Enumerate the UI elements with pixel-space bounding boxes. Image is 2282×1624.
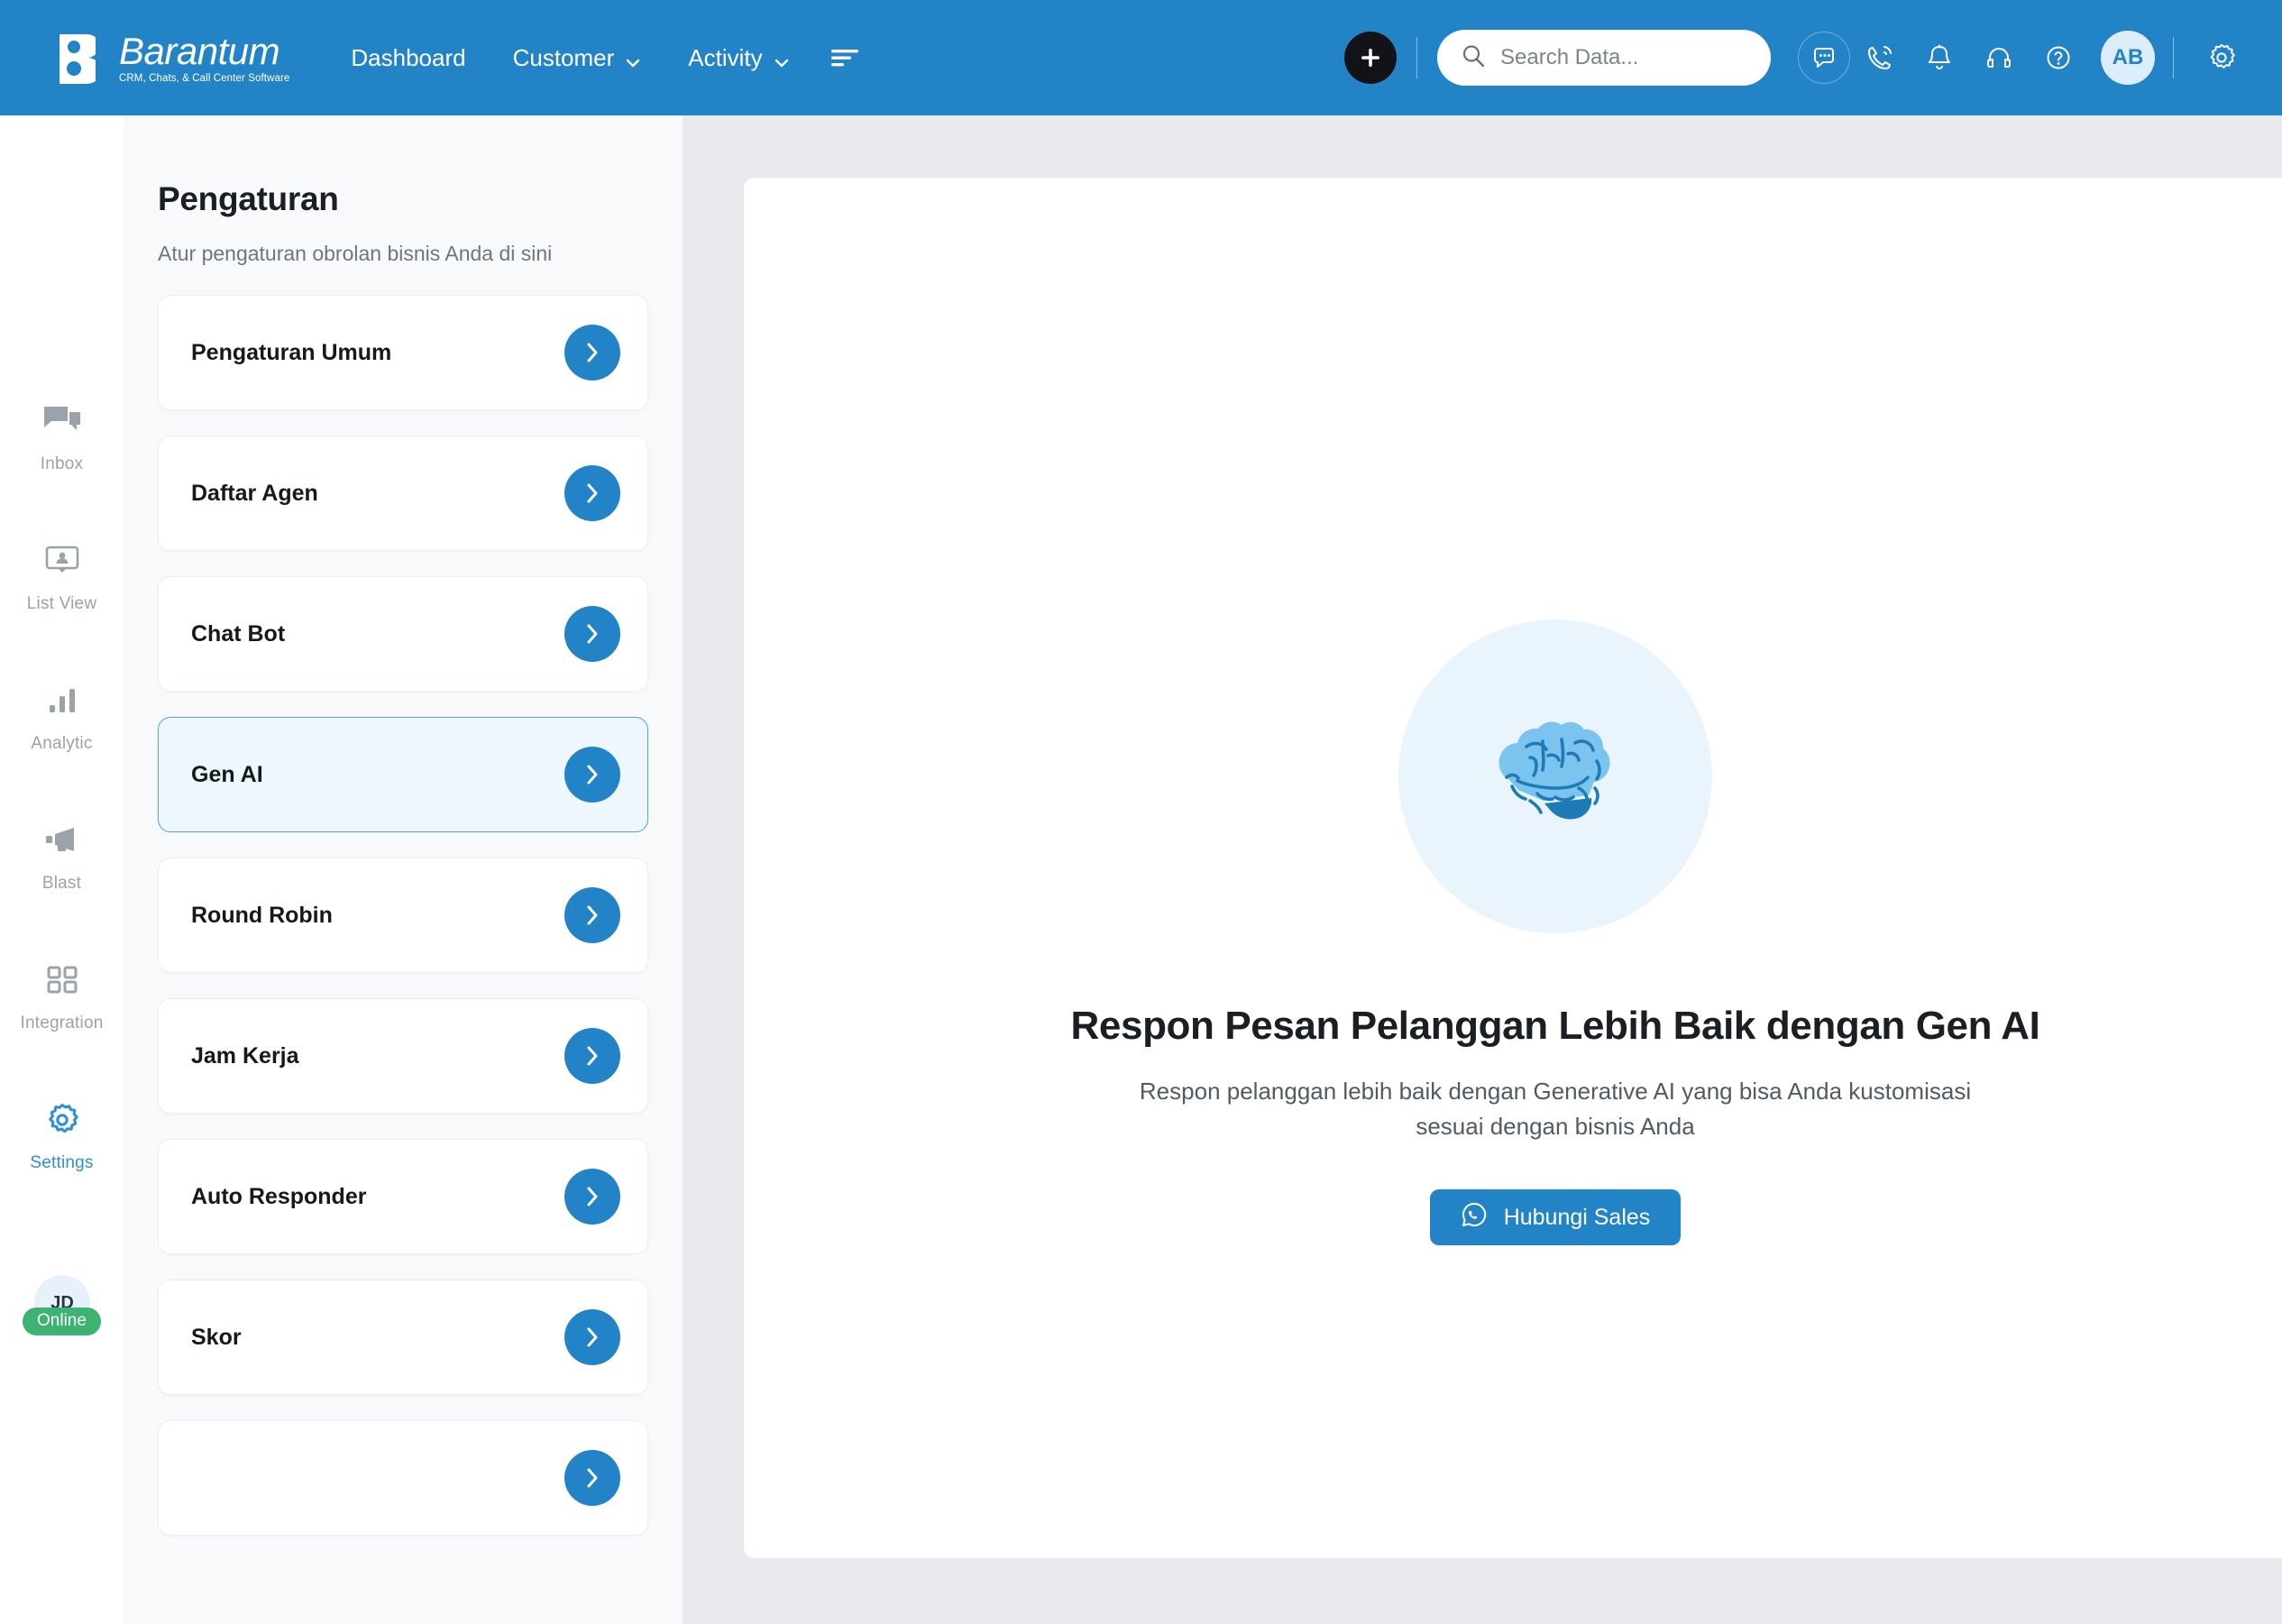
settings-item-partial[interactable] bbox=[158, 1420, 648, 1536]
chat-bubble-icon[interactable] bbox=[1798, 32, 1850, 84]
search-box[interactable] bbox=[1437, 30, 1771, 86]
sidebar-item-blast[interactable]: Blast bbox=[0, 818, 124, 958]
chevron-right-icon[interactable] bbox=[564, 606, 620, 662]
brand-logo[interactable]: Barantum CRM, Chats, & Call Center Softw… bbox=[56, 31, 289, 85]
chevron-right-icon[interactable] bbox=[564, 1028, 620, 1084]
status-badge[interactable]: Online bbox=[23, 1307, 101, 1335]
settings-item-round-robin[interactable]: Round Robin bbox=[158, 858, 648, 973]
contact-sales-label: Hubungi Sales bbox=[1503, 1204, 1651, 1230]
sidebar-label-list-view: List View bbox=[26, 594, 97, 613]
page-title: Pengaturan bbox=[158, 180, 339, 217]
chevron-right-icon[interactable] bbox=[564, 1450, 620, 1506]
settings-item-label: Gen AI bbox=[191, 761, 263, 787]
chevron-right-icon[interactable] bbox=[564, 325, 620, 381]
nav-item-customer[interactable]: Customer bbox=[490, 44, 665, 72]
settings-item-label: Round Robin bbox=[191, 902, 333, 928]
contact-card-icon bbox=[44, 538, 80, 583]
chevron-right-icon[interactable] bbox=[564, 1169, 620, 1225]
chevron-right-icon[interactable] bbox=[564, 747, 620, 803]
sidebar-label-settings: Settings bbox=[30, 1153, 94, 1172]
chevron-right-icon[interactable] bbox=[564, 465, 620, 521]
settings-item-label: Jam Kerja bbox=[191, 1042, 299, 1069]
nav-label-activity: Activity bbox=[688, 43, 763, 71]
settings-item-pengaturan-umum[interactable]: Pengaturan Umum bbox=[158, 295, 648, 410]
avatar-initials: AB bbox=[2112, 45, 2144, 69]
bar-chart-icon bbox=[46, 678, 78, 723]
main-content-area: Respon Pesan Pelanggan Lebih Baik dengan… bbox=[683, 115, 2282, 1624]
grid-squares-icon bbox=[45, 958, 79, 1003]
sidebar-item-list-view[interactable]: List View bbox=[0, 538, 124, 678]
brand-tagline: CRM, Chats, & Call Center Software bbox=[119, 73, 290, 84]
empty-state-description: Respon pelanggan lebih baik dengan Gener… bbox=[1139, 1078, 1972, 1140]
settings-item-label: Daftar Agen bbox=[191, 480, 318, 506]
empty-state: Respon Pesan Pelanggan Lebih Baik dengan… bbox=[902, 619, 2209, 1245]
top-app-bar: Barantum CRM, Chats, & Call Center Softw… bbox=[0, 0, 2282, 115]
brand-name: Barantum bbox=[119, 30, 280, 72]
sidebar-user-status: JD Online bbox=[0, 1275, 124, 1365]
settings-item-label: Auto Responder bbox=[191, 1183, 367, 1209]
bell-icon[interactable] bbox=[1910, 28, 1969, 87]
nav-label-dashboard: Dashboard bbox=[351, 43, 466, 71]
settings-item-skor[interactable]: Skor bbox=[158, 1280, 648, 1395]
top-bar-actions: AB bbox=[1344, 0, 2282, 115]
settings-panel: Pengaturan Atur pengaturan obrolan bisni… bbox=[124, 115, 683, 1624]
add-button[interactable] bbox=[1344, 32, 1397, 84]
settings-item-gen-ai[interactable]: Gen AI bbox=[158, 717, 648, 832]
settings-item-label: Pengaturan Umum bbox=[191, 339, 392, 365]
settings-list: Pengaturan Umum Daftar Agen Chat Bot Gen… bbox=[124, 295, 683, 1536]
phone-call-icon[interactable] bbox=[1850, 28, 1910, 87]
settings-item-label: Chat Bot bbox=[191, 620, 286, 647]
nav-item-activity[interactable]: Activity bbox=[664, 44, 812, 72]
nav-label-customer: Customer bbox=[512, 43, 615, 71]
contact-sales-button[interactable]: Hubungi Sales bbox=[1429, 1189, 1682, 1245]
gear-icon bbox=[44, 1097, 80, 1142]
primary-navigation: Dashboard Customer Activity bbox=[327, 44, 859, 72]
barantum-logo-icon bbox=[56, 31, 106, 85]
chevron-down-icon bbox=[625, 50, 641, 68]
divider bbox=[2173, 37, 2174, 78]
page-subtitle: Atur pengaturan obrolan bisnis Anda di s… bbox=[158, 242, 553, 265]
sidebar-label-inbox: Inbox bbox=[40, 454, 84, 473]
brain-icon bbox=[1398, 619, 1712, 933]
megaphone-icon bbox=[43, 818, 81, 863]
nav-item-dashboard[interactable]: Dashboard bbox=[327, 44, 489, 72]
header-icon-group bbox=[1798, 28, 2088, 87]
settings-item-chat-bot[interactable]: Chat Bot bbox=[158, 576, 648, 692]
chevron-right-icon[interactable] bbox=[564, 887, 620, 943]
question-circle-icon[interactable] bbox=[2029, 28, 2088, 87]
settings-item-daftar-agen[interactable]: Daftar Agen bbox=[158, 436, 648, 551]
sidebar-item-settings[interactable]: Settings bbox=[0, 1097, 124, 1237]
hamburger-lines-icon[interactable] bbox=[829, 46, 860, 69]
settings-item-jam-kerja[interactable]: Jam Kerja bbox=[158, 998, 648, 1114]
headset-icon[interactable] bbox=[1969, 28, 2029, 87]
search-input[interactable] bbox=[1500, 45, 1747, 70]
sidebar-label-analytic: Analytic bbox=[31, 734, 93, 753]
search-icon bbox=[1461, 43, 1486, 73]
left-icon-rail: Inbox List View Analytic Blast Integrati… bbox=[0, 115, 124, 1624]
gen-ai-empty-state-card: Respon Pesan Pelanggan Lebih Baik dengan… bbox=[744, 178, 2282, 1558]
chevron-down-icon bbox=[774, 50, 790, 68]
settings-item-auto-responder[interactable]: Auto Responder bbox=[158, 1139, 648, 1254]
user-avatar[interactable]: AB bbox=[2101, 31, 2155, 85]
settings-item-label: Skor bbox=[191, 1324, 242, 1350]
chevron-right-icon[interactable] bbox=[564, 1309, 620, 1365]
sidebar-item-integration[interactable]: Integration bbox=[0, 958, 124, 1097]
sidebar-label-integration: Integration bbox=[20, 1014, 104, 1032]
gear-icon[interactable] bbox=[2192, 28, 2251, 87]
whatsapp-icon bbox=[1461, 1201, 1488, 1234]
sidebar-item-inbox[interactable]: Inbox bbox=[0, 399, 124, 538]
sidebar-item-analytic[interactable]: Analytic bbox=[0, 678, 124, 818]
divider bbox=[1416, 37, 1417, 78]
empty-state-title: Respon Pesan Pelanggan Lebih Baik dengan… bbox=[1070, 1004, 2040, 1048]
chat-icon bbox=[42, 399, 82, 444]
sidebar-label-blast: Blast bbox=[41, 874, 82, 893]
